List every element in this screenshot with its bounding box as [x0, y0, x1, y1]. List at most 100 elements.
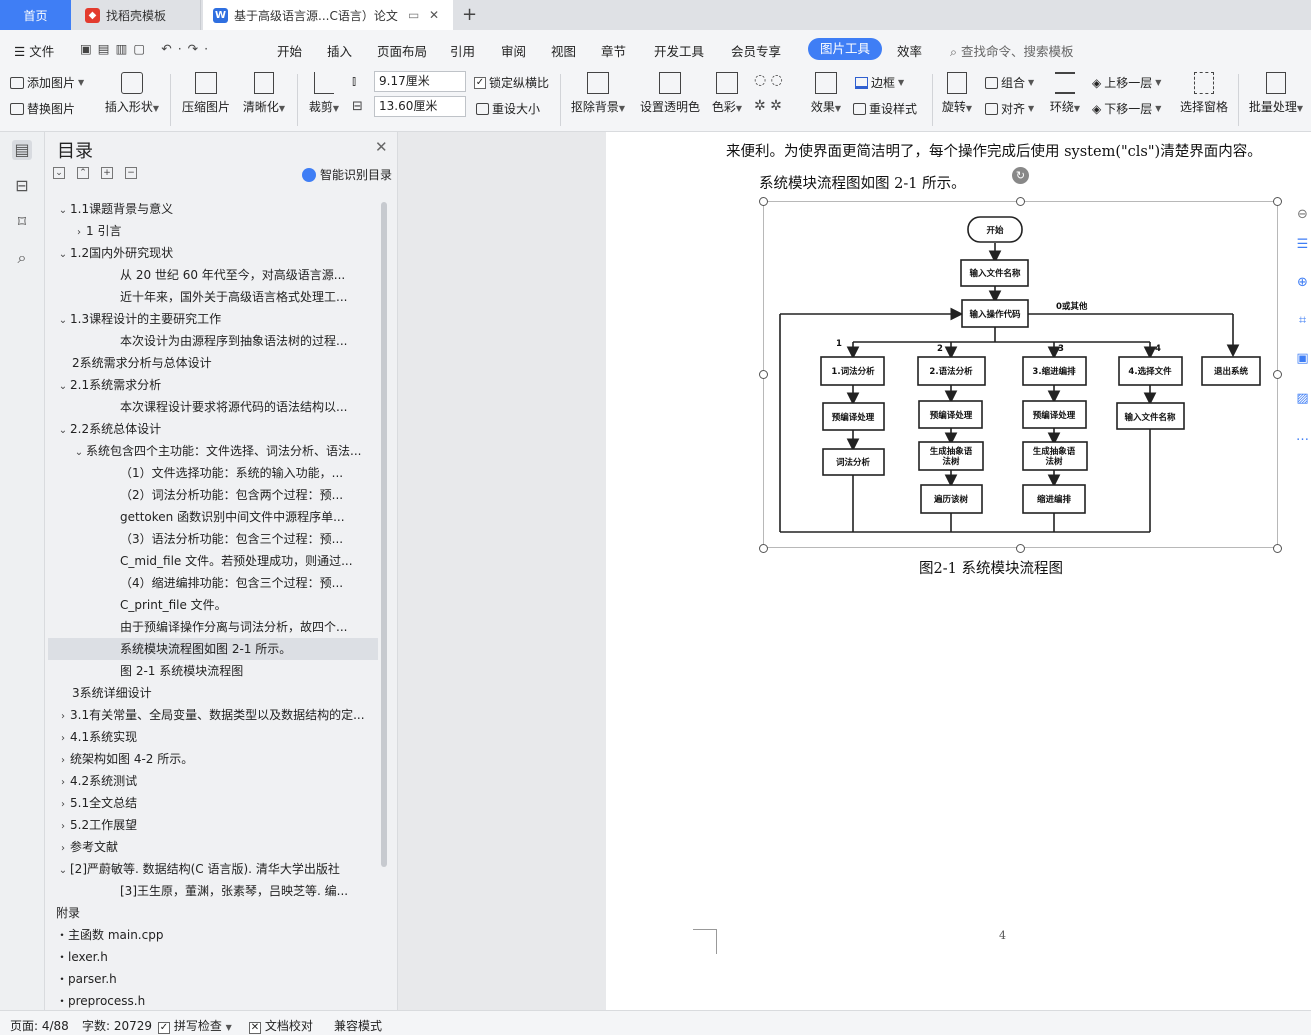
- wrap-button[interactable]: 环绕▼: [1046, 72, 1084, 115]
- toc-item[interactable]: （4）缩进编排功能：包含三个过程：预...: [48, 572, 378, 594]
- resize-handle[interactable]: [1273, 544, 1282, 553]
- toc-item[interactable]: ⌄ 1.2国内外研究现状: [48, 242, 378, 264]
- toc-item[interactable]: 本次设计为由源程序到抽象语法树的过程...: [48, 330, 378, 352]
- toc-item[interactable]: ⌄ 2.2系统总体设计: [48, 418, 378, 440]
- resize-handle[interactable]: [759, 197, 768, 206]
- chevron-right-icon[interactable]: ›: [56, 816, 70, 836]
- tab-close-icon[interactable]: ✕: [429, 8, 439, 22]
- toc-item[interactable]: （3）语法分析功能：包含三个过程：预...: [48, 528, 378, 550]
- crop-button[interactable]: 裁剪▼: [305, 72, 343, 115]
- search-icon[interactable]: ⌕: [12, 248, 32, 268]
- toc-item[interactable]: › 统架构如图 4-2 所示。: [48, 748, 378, 770]
- selection-pane-button[interactable]: 选择窗格: [1176, 72, 1232, 115]
- toc-item[interactable]: （2）词法分析功能：包含两个过程：预...: [48, 484, 378, 506]
- chevron-down-icon[interactable]: ⌄: [56, 310, 70, 330]
- file-menu[interactable]: ☰ 文件: [14, 41, 54, 60]
- replace-image-button[interactable]: 替换图片: [10, 100, 75, 117]
- chevron-right-icon[interactable]: ›: [56, 750, 70, 770]
- image-edit-icon[interactable]: ▨: [1294, 390, 1311, 407]
- toc-item[interactable]: 由于预编译操作分离与词法分析，故四个...: [48, 616, 378, 638]
- effect-button[interactable]: 效果▼: [806, 72, 846, 115]
- menu-reference[interactable]: 引用: [450, 41, 475, 60]
- add-item-icon[interactable]: +: [101, 167, 113, 179]
- chevron-down-icon[interactable]: ⌄: [56, 860, 70, 880]
- chevron-down-icon[interactable]: ⌄: [56, 376, 70, 396]
- toc-item[interactable]: › 1 引言: [48, 220, 378, 242]
- set-transparent-button[interactable]: 设置透明色: [638, 72, 702, 115]
- sharpen-button[interactable]: 清晰化▼: [240, 72, 288, 115]
- word-count[interactable]: 字数: 20729: [82, 1017, 152, 1034]
- toc-item[interactable]: ・preprocess.h: [48, 990, 378, 1010]
- flowchart-image[interactable]: 开始 输入文件名称 输入操作代码 0或其他 1 2 3 4 1.词法分析 预编译…: [763, 201, 1278, 548]
- chevron-down-icon[interactable]: ⌄: [56, 244, 70, 264]
- add-image-button[interactable]: 添加图片 ▼: [10, 74, 84, 91]
- toc-item[interactable]: 附录: [48, 902, 378, 924]
- toc-scrollbar[interactable]: [381, 202, 387, 867]
- toc-item[interactable]: ⌄ 系统包含四个主功能：文件选择、词法分析、语法...: [48, 440, 378, 462]
- width-field[interactable]: 9.17厘米: [374, 71, 466, 92]
- insert-shape-button[interactable]: 插入形状▼: [101, 72, 163, 115]
- contrast-icons[interactable]: ✲ ✲: [754, 98, 782, 114]
- toc-item[interactable]: C_print_file 文件。: [48, 594, 378, 616]
- bring-forward-button[interactable]: ◈ 上移一层 ▼: [1092, 74, 1161, 91]
- resize-handle[interactable]: [759, 544, 768, 553]
- close-icon[interactable]: ✕: [375, 138, 388, 156]
- more-icon[interactable]: …: [1294, 428, 1311, 445]
- group-button[interactable]: 组合 ▼: [985, 74, 1034, 91]
- toc-panel-icon[interactable]: ▤: [12, 140, 32, 160]
- chevron-right-icon[interactable]: ›: [56, 772, 70, 792]
- color-button[interactable]: 色彩▼: [708, 72, 746, 115]
- menu-view[interactable]: 视图: [551, 41, 576, 60]
- toc-item[interactable]: C_mid_file 文件。若预处理成功，则通过...: [48, 550, 378, 572]
- toc-item[interactable]: 近十年来，国外关于高级语言格式处理工...: [48, 286, 378, 308]
- chevron-right-icon[interactable]: ›: [56, 706, 70, 726]
- rotate-handle-icon[interactable]: ↻: [1012, 167, 1029, 184]
- collapse-all-icon[interactable]: ⌄: [53, 167, 65, 179]
- toc-item[interactable]: gettoken 函数识别中间文件中源程序单...: [48, 506, 378, 528]
- tab-document[interactable]: W 基于高级语言源...C语言）论文 ▭ ✕: [203, 0, 453, 30]
- toc-item[interactable]: ⌄ 1.1课题背景与意义: [48, 198, 378, 220]
- crop-icon[interactable]: ⌗: [1294, 312, 1311, 329]
- toc-item[interactable]: › 3.1有关常量、全局变量、数据类型以及数据结构的定...: [48, 704, 378, 726]
- resize-handle[interactable]: [1016, 544, 1025, 553]
- reset-size-button[interactable]: 重设大小: [476, 100, 540, 117]
- menu-picture-tools[interactable]: 图片工具: [808, 38, 882, 60]
- menu-layout[interactable]: 页面布局: [377, 41, 427, 60]
- toc-item[interactable]: › 5.2工作展望: [48, 814, 378, 836]
- chevron-down-icon[interactable]: ⌄: [56, 420, 70, 440]
- toc-item[interactable]: › 5.1全文总结: [48, 792, 378, 814]
- toc-item[interactable]: 2系统需求分析与总体设计: [48, 352, 378, 374]
- menu-efficiency[interactable]: 效率: [897, 41, 922, 60]
- border-button[interactable]: 边框 ▼: [855, 74, 904, 91]
- resize-handle[interactable]: [1273, 197, 1282, 206]
- reset-style-button[interactable]: 重设样式: [853, 100, 917, 117]
- toc-item[interactable]: ⌄ [2]严蔚敏等. 数据结构(C 语言版). 清华大学出版社: [48, 858, 378, 880]
- toc-item[interactable]: › 参考文献: [48, 836, 378, 858]
- spell-check-button[interactable]: ✓ 拼写检查 ▼: [158, 1017, 232, 1034]
- menu-insert[interactable]: 插入: [327, 41, 352, 60]
- chevron-right-icon[interactable]: ›: [56, 728, 70, 748]
- zoom-out-icon[interactable]: ⊖: [1294, 206, 1311, 223]
- chevron-right-icon[interactable]: ›: [72, 222, 86, 242]
- resize-handle[interactable]: [1016, 197, 1025, 206]
- toc-item[interactable]: ・parser.h: [48, 968, 378, 990]
- toc-item[interactable]: 从 20 世纪 60 年代至今，对高级语言源...: [48, 264, 378, 286]
- smart-toc-button[interactable]: 智能识别目录: [302, 166, 392, 183]
- remove-background-button[interactable]: 抠除背景▼: [568, 72, 628, 115]
- toc-item[interactable]: 本次课程设计要求将源代码的语法结构以...: [48, 396, 378, 418]
- menu-developer[interactable]: 开发工具: [654, 41, 704, 60]
- toc-item[interactable]: ⌄ 1.3课程设计的主要研究工作: [48, 308, 378, 330]
- quick-access-icons[interactable]: ▣▤▥▢ ↶·↷·: [80, 41, 214, 56]
- toc-item[interactable]: 3系统详细设计: [48, 682, 378, 704]
- layout-icon[interactable]: ☰: [1294, 236, 1311, 253]
- toc-item[interactable]: 系统模块流程图如图 2-1 所示。: [48, 638, 378, 660]
- toc-item[interactable]: ⌄ 2.1系统需求分析: [48, 374, 378, 396]
- brightness-icons[interactable]: ◌ ◌: [754, 72, 783, 88]
- remove-item-icon[interactable]: −: [125, 167, 137, 179]
- proofread-button[interactable]: ✕ 文档校对: [249, 1017, 313, 1034]
- chevron-down-icon[interactable]: ⌄: [72, 442, 86, 462]
- menu-chapter[interactable]: 章节: [601, 41, 626, 60]
- toc-item[interactable]: ・主函数 main.cpp: [48, 924, 378, 946]
- toc-item[interactable]: ・lexer.h: [48, 946, 378, 968]
- bookmark-icon[interactable]: ⌑: [12, 212, 32, 232]
